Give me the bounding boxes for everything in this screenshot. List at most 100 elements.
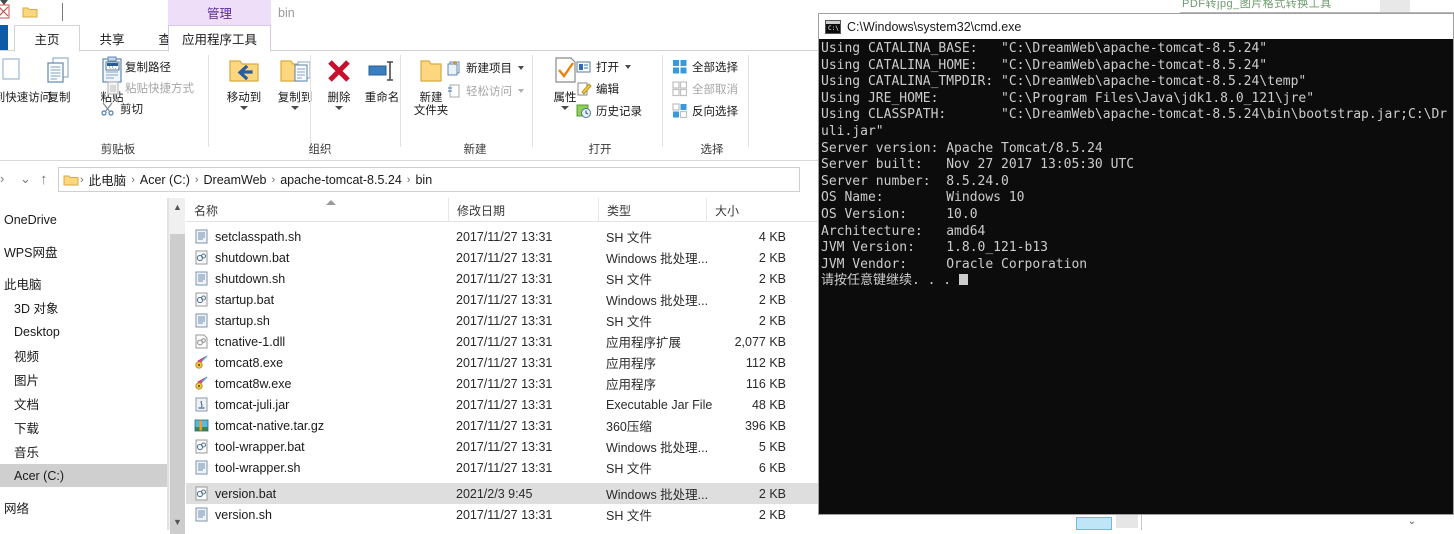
cmd-title-bar[interactable]: C:\ C:\Windows\system32\cmd.exe	[819, 14, 1453, 39]
edit-button[interactable]: 编辑	[576, 79, 619, 99]
file-size: 116 KB	[745, 376, 786, 391]
table-row[interactable]: tool-wrapper.sh 2017/11/27 13:31 SH 文件 6…	[186, 457, 818, 478]
bat-file-icon	[194, 439, 209, 454]
table-row[interactable]: setclasspath.sh 2017/11/27 13:31 SH 文件 4…	[186, 226, 818, 247]
chevron-down-icon[interactable]	[518, 66, 524, 70]
table-row[interactable]: version.sh 2017/11/27 13:31 SH 文件 2 KB	[186, 504, 818, 525]
recent-locations-icon[interactable]: ⌄	[20, 171, 31, 187]
chevron-down-icon[interactable]: ⌄	[1408, 516, 1416, 527]
table-row[interactable]: tool-wrapper.bat 2017/11/27 13:31 Window…	[186, 436, 818, 457]
open-button[interactable]: 打开	[576, 57, 631, 77]
chevron-down-icon[interactable]	[240, 106, 248, 110]
copy-path-button[interactable]: \\... 复制路径	[105, 57, 171, 77]
sidebar-item-videos[interactable]: 视频	[0, 344, 167, 367]
column-header-size[interactable]: 大小	[706, 198, 806, 222]
tab-home[interactable]: 主页	[14, 25, 80, 52]
select-all-label: 全部选择	[692, 62, 738, 74]
chevron-down-icon[interactable]	[518, 89, 524, 93]
table-row[interactable]: shutdown.sh 2017/11/27 13:31 SH 文件 2 KB	[186, 268, 818, 289]
cut-button[interactable]: 剪切	[100, 99, 143, 119]
select-none-button[interactable]: 全部取消	[672, 79, 738, 99]
taskbar-highlight[interactable]	[1076, 517, 1112, 530]
breadcrumb-item-apache-tomcat[interactable]: apache-tomcat-8.5.24	[276, 173, 406, 187]
new-item-button[interactable]: 新建项目	[446, 58, 524, 78]
console-line: uli.jar"	[821, 123, 884, 139]
file-date: 2017/11/27 13:31	[456, 313, 553, 328]
breadcrumb-item-dreamweb[interactable]: DreamWeb	[200, 173, 271, 187]
scrollbar-thumb[interactable]	[170, 234, 185, 534]
file-name-cell: setclasspath.sh	[194, 229, 301, 244]
sidebar-item-3d-objects[interactable]: 3D 对象	[0, 296, 167, 319]
paste-shortcut-label: 粘贴快捷方式	[125, 83, 194, 95]
tab-application-tools[interactable]: 应用程序工具	[168, 25, 271, 52]
navigation-pane-scrollbar[interactable]: ▲ ▼	[168, 198, 186, 534]
breadcrumb[interactable]: › 此电脑 › Acer (C:) › DreamWeb › apache-to…	[58, 167, 800, 192]
table-row-selected[interactable]: version.bat 2021/2/3 9:45 Windows 批处理...…	[186, 483, 818, 504]
up-arrow-icon[interactable]: ↑	[40, 171, 48, 188]
properties-icon[interactable]	[0, 4, 12, 20]
move-to-button[interactable]: 移动到	[215, 55, 273, 110]
table-row[interactable]: tcnative-1.dll 2017/11/27 13:31 应用程序扩展 2…	[186, 331, 818, 352]
easy-access-icon	[446, 83, 462, 99]
folder-icon[interactable]	[22, 4, 38, 20]
sidebar-item-pictures[interactable]: 图片	[0, 368, 167, 391]
sidebar-item-downloads[interactable]: 下载	[0, 416, 167, 439]
group-label-select: 选择	[700, 144, 724, 156]
breadcrumb-item-acer-c[interactable]: Acer (C:)	[136, 173, 194, 187]
back-arrow-icon[interactable]: ›	[0, 171, 4, 186]
console-line: JVM Vendor: Oracle Corporation	[821, 256, 1088, 272]
table-row[interactable]: startup.sh 2017/11/27 13:31 SH 文件 2 KB	[186, 310, 818, 331]
breadcrumb-item-bin[interactable]: bin	[411, 173, 436, 187]
select-all-button[interactable]: 全部选择	[672, 57, 738, 77]
sidebar-item-wps[interactable]: WPS网盘	[0, 240, 167, 263]
sidebar-item-onedrive[interactable]: OneDrive	[0, 208, 167, 231]
table-row[interactable]: startup.bat 2017/11/27 13:31 Windows 批处理…	[186, 289, 818, 310]
sidebar-item-this-pc[interactable]: 此电脑	[0, 272, 167, 295]
table-row[interactable]: tomcat-native.tar.gz 2017/11/27 13:31 36…	[186, 415, 818, 436]
file-date: 2017/11/27 13:31	[456, 439, 553, 454]
breadcrumb-item-this-pc[interactable]: 此电脑	[85, 170, 131, 189]
file-name-cell: tomcat-native.tar.gz	[194, 418, 324, 433]
table-row[interactable]: tomcat8.exe 2017/11/27 13:31 应用程序 112 KB	[186, 352, 818, 373]
easy-access-button[interactable]: 轻松访问	[446, 81, 524, 101]
tab-share[interactable]: 共享	[82, 25, 142, 51]
scroll-up-icon[interactable]: ▲	[169, 198, 186, 215]
column-header-name[interactable]: 名称	[186, 198, 448, 222]
file-type: Windows 批处理...	[606, 441, 709, 455]
sidebar-item-desktop[interactable]: Desktop	[0, 320, 167, 343]
history-button[interactable]: 历史记录	[576, 101, 642, 121]
file-date: 2017/11/27 13:31	[456, 397, 553, 412]
taskbar-button[interactable]	[1116, 515, 1138, 528]
scroll-down-icon[interactable]: ▼	[169, 513, 186, 530]
invert-selection-button[interactable]: 反向选择	[672, 101, 738, 121]
file-menu-button[interactable]	[0, 25, 8, 51]
file-size: 6 KB	[758, 460, 786, 475]
file-name-cell: tool-wrapper.sh	[194, 460, 300, 475]
address-bar: › ⌄ ↑ › 此电脑 › Acer (C:) › DreamWeb › apa…	[0, 162, 818, 198]
table-row[interactable]: tomcat-juli.jar 2017/11/27 13:31 Executa…	[186, 394, 818, 415]
background-window-title: PDF转jpg_图片格式转换工具	[1182, 0, 1332, 10]
chevron-down-icon[interactable]	[291, 106, 299, 110]
chevron-down-icon[interactable]	[625, 65, 631, 69]
sidebar-item-acer-c[interactable]: Acer (C:)	[0, 464, 167, 487]
open-icon	[576, 59, 592, 75]
column-header-type[interactable]: 类型	[598, 198, 706, 222]
sidebar-item-documents[interactable]: 文档	[0, 392, 167, 415]
group-divider	[748, 55, 749, 147]
cmd-console-output[interactable]: Using CATALINA_BASE: "C:\DreamWeb\apache…	[819, 39, 1453, 511]
paste-shortcut-button[interactable]: 粘贴快捷方式	[105, 78, 194, 98]
console-line: Server version: Apache Tomcat/8.5.24	[821, 140, 1103, 156]
chevron-down-icon[interactable]	[561, 106, 569, 110]
column-header-date[interactable]: 修改日期	[448, 198, 598, 222]
file-date: 2017/11/27 13:31	[456, 376, 553, 391]
sort-ascending-icon	[326, 200, 336, 205]
sidebar-item-music[interactable]: 音乐	[0, 440, 167, 463]
table-row[interactable]: shutdown.bat 2017/11/27 13:31 Windows 批处…	[186, 247, 818, 268]
sidebar-item-network[interactable]: 网络	[0, 496, 167, 519]
group-divider	[400, 55, 401, 147]
file-type: SH 文件	[606, 509, 652, 523]
table-row[interactable]: tomcat8w.exe 2017/11/27 13:31 应用程序 116 K…	[186, 373, 818, 394]
console-line: OS Name: Windows 10	[821, 190, 1025, 206]
chevron-down-icon[interactable]	[335, 106, 343, 110]
copy-button[interactable]: 复制	[30, 55, 88, 105]
